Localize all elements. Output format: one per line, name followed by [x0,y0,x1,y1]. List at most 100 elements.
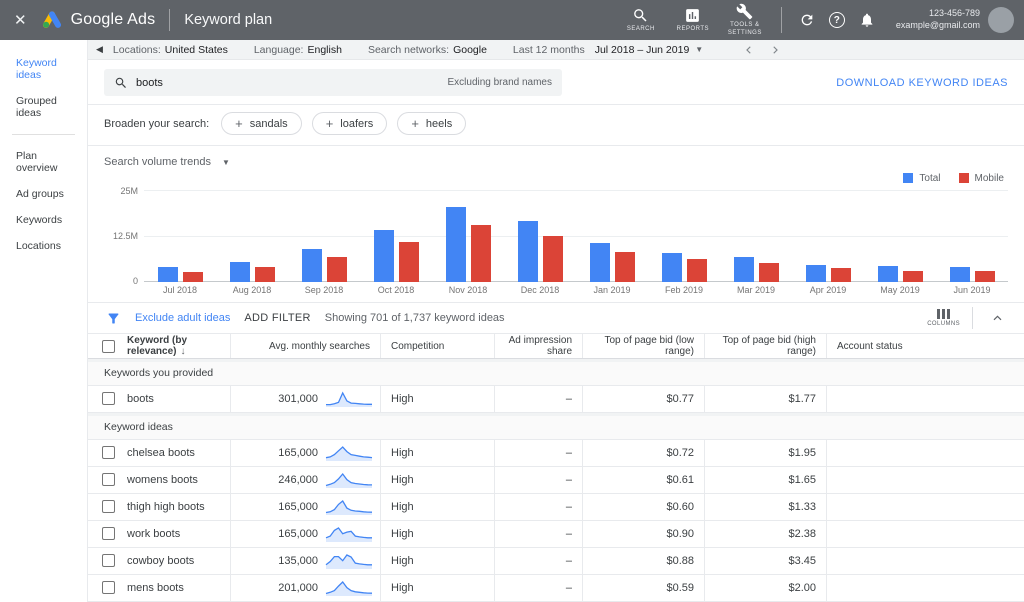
bar-mobile[interactable] [326,257,347,283]
exclude-adult-ideas-filter[interactable]: Exclude adult ideas [135,312,230,324]
collapse-panel-icon[interactable]: ◀ [96,44,103,55]
bar-mobile[interactable] [758,263,779,283]
chart-title: Search volume trends [104,156,211,169]
bar-total[interactable] [373,230,394,283]
row-checkbox[interactable] [102,473,115,487]
table-row-chelsea-boots[interactable]: chelsea boots 165,000 High – $0.72 $1.95 [88,439,1024,467]
table-row-cowboy-boots[interactable]: cowboy boots 135,000 High – $0.88 $3.45 [88,547,1024,575]
top-bid-low-header[interactable]: Top of page bid (low range) [583,334,705,358]
tools-settings-nav-button[interactable]: TOOLS & SETTINGS [719,3,771,38]
bar-total[interactable] [733,257,754,283]
refresh-button[interactable] [792,12,822,28]
bar-total[interactable] [229,262,250,283]
bar-mobile[interactable] [398,242,419,283]
select-all-checkbox[interactable] [102,339,115,353]
top-app-bar: ✕ Google Ads Keyword plan SEARCH REPORTS… [0,0,1024,40]
legend-item-mobile[interactable]: Mobile [958,173,1004,184]
sidebar-item-keyword-ideas[interactable]: Keyword ideas [0,50,87,88]
row-checkbox[interactable] [102,392,115,406]
sidebar-item-plan-overview[interactable]: Plan overview [0,143,87,181]
bar-mobile[interactable] [614,252,635,283]
avg-monthly-searches-header[interactable]: Avg. monthly searches [231,334,381,358]
table-row-womens-boots[interactable]: womens boots 246,000 High – $0.61 $1.65 [88,466,1024,494]
trend-sparkline [325,446,373,461]
collapse-table-button[interactable] [985,312,1010,325]
bar-total[interactable] [517,221,538,283]
table-row-mens-boots[interactable]: mens boots 201,000 High – $0.59 $2.00 [88,574,1024,602]
reports-icon [686,8,700,22]
keyword-search-input[interactable]: boots Excluding brand names [104,69,562,97]
avatar[interactable] [988,7,1014,33]
sidebar-item-grouped-ideas[interactable]: Grouped ideas [0,88,87,126]
language-setting[interactable]: Language: English [254,44,342,56]
bar-total[interactable] [445,207,466,283]
excluding-brand-names-label[interactable]: Excluding brand names [447,77,552,88]
avg-monthly-searches-value: 135,000 [278,554,318,567]
table-row-work-boots[interactable]: work boots 165,000 High – $0.90 $2.38 [88,520,1024,548]
search-networks-value: Google [453,43,487,56]
locations-setting[interactable]: Locations: United States [113,44,228,56]
broaden-chip-heels[interactable]: + heels [397,112,467,136]
bar-total[interactable] [157,267,178,283]
bar-total[interactable] [301,249,322,283]
download-keyword-ideas-button[interactable]: DOWNLOAD KEYWORD IDEAS [836,77,1008,89]
bar-mobile[interactable] [182,272,203,283]
row-checkbox[interactable] [102,554,115,568]
account-status-header[interactable]: Account status [827,334,1024,358]
table-header: Keyword (by relevance) ↓ Avg. monthly sea… [88,334,1024,359]
bar-mobile[interactable] [470,225,491,283]
add-filter-button[interactable]: ADD FILTER [244,312,310,324]
bar-mobile[interactable] [830,268,851,283]
row-checkbox[interactable] [102,500,115,514]
row-checkbox[interactable] [102,581,115,595]
bar-mobile[interactable] [254,267,275,283]
sort-descending-icon: ↓ [180,346,186,358]
keyword-label: mens boots [127,581,184,594]
bar-group-jan-2019 [576,190,648,283]
search-nav-button[interactable]: SEARCH [615,7,667,34]
close-icon[interactable]: ✕ [14,11,27,29]
bar-total[interactable] [589,243,610,283]
x-axis-label: Aug 2018 [232,285,272,296]
bar-mobile[interactable] [686,259,707,283]
broaden-chip-loafers[interactable]: + loafers [311,112,388,136]
reports-nav-button[interactable]: REPORTS [667,7,719,34]
broaden-chip-sandals[interactable]: + sandals [221,112,302,136]
competition-value: High [391,581,414,594]
bar-total[interactable] [949,267,970,283]
sidebar-item-ad-groups[interactable]: Ad groups [0,181,87,207]
table-row-boots[interactable]: boots 301,000 High – $0.77 $1.77 [88,385,1024,413]
legend-label: Total [919,172,941,184]
sidebar-item-locations[interactable]: Locations [0,233,87,259]
bar-mobile[interactable] [542,236,563,283]
sidebar-item-keywords[interactable]: Keywords [0,207,87,233]
chip-label: heels [425,117,453,130]
bar-mobile[interactable] [902,271,923,283]
date-prev-button[interactable] [743,44,755,56]
bar-mobile[interactable] [974,271,995,283]
search-networks-setting[interactable]: Search networks: Google [368,44,487,56]
columns-button-label: COLUMNS [927,321,960,328]
help-button[interactable]: ? [822,12,852,28]
columns-button[interactable]: COLUMNS [927,309,960,327]
chart-title-dropdown[interactable]: Search volume trends ▼ [104,154,1008,170]
legend-item-total[interactable]: Total [903,172,941,184]
search-icon [634,8,647,22]
bar-total[interactable] [661,253,682,283]
x-axis-label: Apr 2019 [809,285,847,296]
competition-header[interactable]: Competition [381,334,495,358]
date-range-setting[interactable]: Last 12 months Jul 2018 – Jun 2019 ▼ [513,44,703,56]
table-body: Keywords you provided boots 301,000 High – $0… [88,358,1024,602]
bar-total[interactable] [805,265,826,283]
notifications-button[interactable] [852,12,882,28]
date-next-button[interactable] [769,44,781,56]
bar-total[interactable] [877,266,898,283]
row-checkbox[interactable] [102,527,115,541]
keyword-column-header[interactable]: Keyword (by relevance) ↓ [88,334,231,358]
table-row-thigh-high-boots[interactable]: thigh high boots 165,000 High – $0.60 $1.33 [88,493,1024,521]
avg-monthly-searches-value: 165,000 [278,500,318,513]
keyword-label: thigh high boots [127,500,205,513]
ad-impression-share-header[interactable]: Ad impression share [495,334,583,358]
top-bid-high-header[interactable]: Top of page bid (high range) [705,334,827,358]
row-checkbox[interactable] [102,446,115,460]
